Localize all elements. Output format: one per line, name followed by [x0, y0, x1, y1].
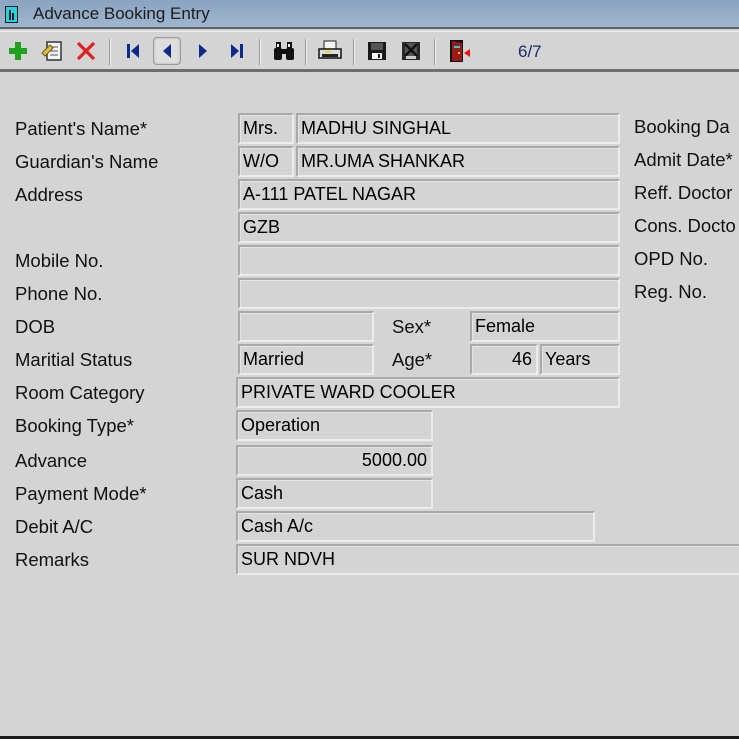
next-record-button[interactable] [189, 37, 217, 65]
toolbar: 6/7 [0, 31, 739, 72]
label-debit-ac: Debit A/C [15, 516, 94, 537]
printer-icon [318, 40, 342, 59]
sex-field[interactable]: Female [470, 311, 620, 342]
exit-button[interactable] [445, 37, 473, 65]
find-button[interactable] [270, 37, 298, 65]
label-patient-name: Patient's Name* [15, 118, 148, 139]
remarks-field[interactable]: SUR NDVH [236, 544, 739, 575]
room-category-field[interactable]: PRIVATE WARD COOLER [236, 377, 620, 408]
advance-field[interactable]: 5000.00 [236, 445, 433, 476]
label-reff-doctor: Reff. Doctor [634, 182, 733, 203]
window-title: Advance Booking Entry [33, 4, 210, 23]
mobile-field[interactable] [238, 245, 620, 276]
last-record-icon [231, 44, 243, 58]
marital-status-field[interactable]: Married [238, 344, 374, 375]
debit-ac-field[interactable]: Cash A/c [236, 511, 595, 542]
toolbar-separator [434, 39, 436, 65]
cancel-disk-icon [402, 42, 420, 60]
floppy-disk-icon [368, 42, 386, 60]
label-guardian-name: Guardian's Name [15, 151, 159, 172]
label-payment-mode: Payment Mode* [15, 483, 147, 504]
label-opd-no: OPD No. [634, 248, 709, 269]
label-address: Address [15, 184, 83, 205]
app-icon [5, 6, 18, 23]
title-bar: Advance Booking Entry [0, 0, 739, 29]
last-record-button[interactable] [223, 37, 251, 65]
age-field[interactable]: 46 [470, 344, 538, 375]
add-button[interactable] [4, 37, 32, 65]
label-sex: Sex* [392, 316, 432, 337]
label-cons-doctor: Cons. Docto [634, 215, 736, 236]
toolbar-separator [259, 39, 261, 65]
label-mobile: Mobile No. [15, 250, 104, 271]
previous-record-button[interactable] [153, 37, 181, 65]
edit-document-icon [41, 41, 62, 61]
dob-field[interactable] [238, 311, 374, 342]
label-room-category: Room Category [15, 382, 145, 403]
print-button[interactable] [316, 37, 344, 65]
age-unit-field[interactable]: Years [540, 344, 620, 375]
delete-x-icon [76, 41, 96, 61]
toolbar-separator [109, 39, 111, 65]
label-age: Age* [392, 349, 433, 370]
booking-type-field[interactable]: Operation [236, 410, 433, 441]
address-line2-field[interactable]: GZB [238, 212, 620, 243]
patient-name-field[interactable]: MADHU SINGHAL [296, 113, 620, 144]
toolbar-separator [353, 39, 355, 65]
toolbar-separator [305, 39, 307, 65]
next-record-icon [199, 44, 207, 58]
previous-record-icon [163, 44, 171, 58]
label-marital-status: Maritial Status [15, 349, 133, 370]
delete-button[interactable] [72, 37, 100, 65]
plus-icon [9, 42, 27, 60]
label-phone: Phone No. [15, 283, 103, 304]
first-record-button[interactable] [119, 37, 147, 65]
cancel-button[interactable] [397, 37, 425, 65]
label-admit-date: Admit Date* [634, 149, 733, 170]
label-booking-date: Booking Da [634, 116, 730, 137]
patient-title-field[interactable]: Mrs. [238, 113, 294, 144]
binoculars-icon [274, 42, 294, 60]
payment-mode-field[interactable]: Cash [236, 478, 433, 509]
address-line1-field[interactable]: A-111 PATEL NAGAR [238, 179, 620, 210]
label-booking-type: Booking Type* [15, 415, 134, 436]
record-counter: 6/7 [518, 42, 542, 61]
exit-door-icon [450, 40, 470, 62]
edit-button[interactable] [38, 37, 66, 65]
guardian-relation-field[interactable]: W/O [238, 146, 294, 177]
guardian-name-field[interactable]: MR.UMA SHANKAR [296, 146, 620, 177]
label-reg-no: Reg. No. [634, 281, 708, 302]
label-dob: DOB [15, 316, 56, 337]
label-remarks: Remarks [15, 549, 90, 570]
label-advance: Advance [15, 450, 87, 471]
first-record-icon [127, 44, 139, 58]
phone-field[interactable] [238, 278, 620, 309]
save-button[interactable] [363, 37, 391, 65]
